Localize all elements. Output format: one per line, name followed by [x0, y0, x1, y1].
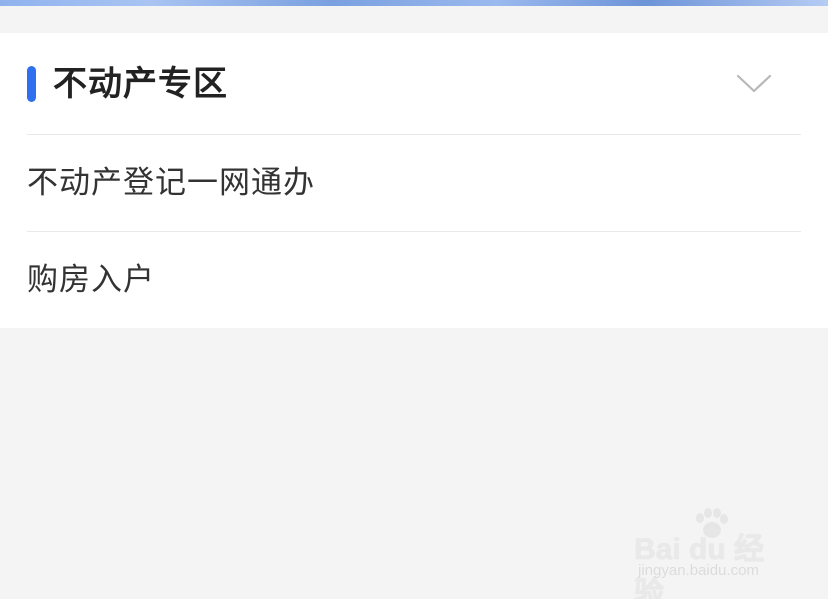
- section-title: 不动产专区: [53, 64, 228, 104]
- spacer: [0, 6, 828, 33]
- section-accent-bar: [27, 66, 36, 102]
- list-item-label: 不动产登记一网通办: [27, 165, 315, 201]
- list-item-real-estate-registration[interactable]: 不动产登记一网通办: [0, 135, 828, 231]
- real-estate-section-card: 不动产专区 不动产登记一网通办 购房入户: [0, 33, 828, 328]
- list-item-label: 购房入户: [27, 262, 155, 298]
- chevron-down-icon[interactable]: [734, 63, 774, 103]
- list-item-home-purchase-hukou[interactable]: 购房入户: [0, 232, 828, 328]
- page: 不动产专区 不动产登记一网通办 购房入户 Bai du 经验 jingyan.b…: [0, 0, 828, 599]
- baidu-jingyan-watermark: Bai du 经验 jingyan.baidu.com: [632, 506, 792, 599]
- section-header[interactable]: 不动产专区: [0, 33, 828, 134]
- watermark-url: jingyan.baidu.com: [638, 562, 759, 579]
